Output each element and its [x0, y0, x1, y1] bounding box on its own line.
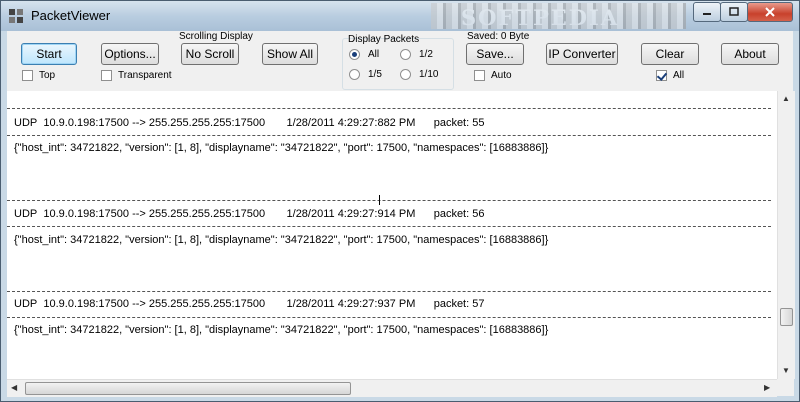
top-checkbox-box	[22, 70, 33, 81]
watermark-text: SOFTPEDIA	[461, 5, 620, 30]
horizontal-scrollbar[interactable]: ◀ ▶	[7, 379, 777, 397]
packet-arrow: -->	[132, 117, 146, 129]
packet-protocol: UDP	[14, 208, 38, 220]
packet-dest: 255.255.255.255:17500	[148, 208, 266, 220]
title-bar[interactable]: PacketViewer SOFTPEDIA	[1, 1, 799, 31]
save-button[interactable]: Save...	[466, 43, 524, 65]
radio-all-indicator	[349, 49, 360, 60]
top-checkbox-label: Top	[39, 70, 56, 81]
packet-number: packet: 57	[433, 298, 485, 310]
packet-arrow: -->	[132, 298, 146, 310]
radio-tenth-indicator	[400, 69, 411, 80]
radio-half-label: 1/2	[419, 49, 433, 60]
clear-button[interactable]: Clear	[641, 43, 699, 65]
packet-payload: {"host_int": 34721822, "version": [1, 8]…	[14, 324, 549, 336]
packet-log[interactable]: UDP 10.9.0.198:17500 --> 255.255.255.255…	[7, 91, 777, 379]
radio-all[interactable]: All	[349, 49, 379, 60]
packet-timestamp: 1/28/2011 4:29:27:914 PM	[286, 208, 416, 220]
radio-tenth-label: 1/10	[419, 69, 439, 80]
separator	[7, 135, 771, 136]
watermark: SOFTPEDIA	[431, 3, 686, 30]
packet-dest: 255.255.255.255:17500	[148, 298, 266, 310]
auto-checkbox-label: Auto	[491, 70, 512, 81]
packet-source: 10.9.0.198:17500	[43, 298, 129, 310]
radio-tenth[interactable]: 1/10	[400, 69, 438, 80]
packet-number: packet: 55	[433, 117, 485, 129]
minimize-icon	[703, 13, 711, 15]
packet-dest: 255.255.255.255:17500	[148, 117, 266, 129]
scroll-down-icon[interactable]: ▼	[782, 366, 790, 375]
start-button[interactable]: Start	[21, 43, 77, 65]
top-checkbox[interactable]: Top	[22, 70, 55, 81]
vertical-scroll-thumb[interactable]	[780, 308, 793, 326]
all-checkbox-box	[656, 70, 667, 81]
packet-header-line: UDP 10.9.0.198:17500 --> 255.255.255.255…	[14, 298, 484, 310]
saved-caption: Saved: 0 Byte	[467, 31, 530, 42]
transparent-checkbox-box	[101, 70, 112, 81]
display-packets-group	[342, 38, 454, 90]
display-packets-caption: Display Packets	[348, 34, 420, 45]
separator	[7, 291, 771, 292]
minimize-button[interactable]	[693, 2, 721, 22]
packet-timestamp: 1/28/2011 4:29:27:937 PM	[286, 298, 416, 310]
auto-checkbox-box	[474, 70, 485, 81]
separator	[7, 108, 771, 109]
show-all-button[interactable]: Show All	[262, 43, 318, 65]
vertical-scrollbar[interactable]: ▲ ▼	[777, 91, 795, 379]
packet-timestamp: 1/28/2011 4:29:27:882 PM	[286, 117, 416, 129]
separator	[7, 317, 771, 318]
radio-half-indicator	[400, 49, 411, 60]
packet-payload: {"host_int": 34721822, "version": [1, 8]…	[14, 234, 549, 246]
scroll-left-icon[interactable]: ◀	[11, 383, 17, 392]
transparent-checkbox-label: Transparent	[118, 70, 172, 81]
packet-protocol: UDP	[14, 117, 38, 129]
separator	[7, 226, 771, 227]
packet-payload: {"host_int": 34721822, "version": [1, 8]…	[14, 142, 549, 154]
toolbar: Start Options... Scrolling Display No Sc…	[7, 31, 793, 91]
close-icon	[765, 7, 775, 17]
auto-checkbox[interactable]: Auto	[474, 70, 512, 81]
app-icon	[9, 9, 23, 23]
packet-header-line: UDP 10.9.0.198:17500 --> 255.255.255.255…	[14, 117, 484, 129]
packet-arrow: -->	[132, 208, 146, 220]
scroll-up-icon[interactable]: ▲	[782, 94, 790, 103]
radio-fifth-indicator	[349, 69, 360, 80]
radio-half[interactable]: 1/2	[400, 49, 433, 60]
no-scroll-button[interactable]: No Scroll	[181, 43, 239, 65]
ip-converter-button[interactable]: IP Converter	[546, 43, 618, 65]
radio-fifth-label: 1/5	[368, 69, 382, 80]
options-button[interactable]: Options...	[101, 43, 159, 65]
radio-all-label: All	[368, 49, 380, 60]
transparent-checkbox[interactable]: Transparent	[101, 70, 172, 81]
scrolling-display-caption: Scrolling Display	[179, 31, 253, 42]
scroll-right-icon[interactable]: ▶	[764, 383, 770, 392]
packet-number: packet: 56	[433, 208, 485, 220]
packetviewer-window: PacketViewer SOFTPEDIA Start Options... …	[0, 0, 800, 402]
packet-source: 10.9.0.198:17500	[43, 117, 129, 129]
window-title: PacketViewer	[31, 8, 111, 23]
about-button[interactable]: About	[721, 43, 779, 65]
window-controls	[693, 2, 793, 22]
packet-source: 10.9.0.198:17500	[43, 208, 129, 220]
separator	[7, 200, 771, 201]
close-button[interactable]	[747, 2, 793, 22]
packet-header-line: UDP 10.9.0.198:17500 --> 255.255.255.255…	[14, 208, 484, 220]
text-cursor	[379, 195, 380, 205]
maximize-icon	[729, 7, 739, 16]
all-checkbox[interactable]: All	[656, 70, 684, 81]
packet-protocol: UDP	[14, 298, 38, 310]
horizontal-scroll-thumb[interactable]	[25, 382, 351, 395]
radio-fifth[interactable]: 1/5	[349, 69, 382, 80]
all-checkbox-label: All	[673, 70, 685, 81]
resize-grip[interactable]	[777, 379, 794, 396]
maximize-button[interactable]	[720, 2, 748, 22]
